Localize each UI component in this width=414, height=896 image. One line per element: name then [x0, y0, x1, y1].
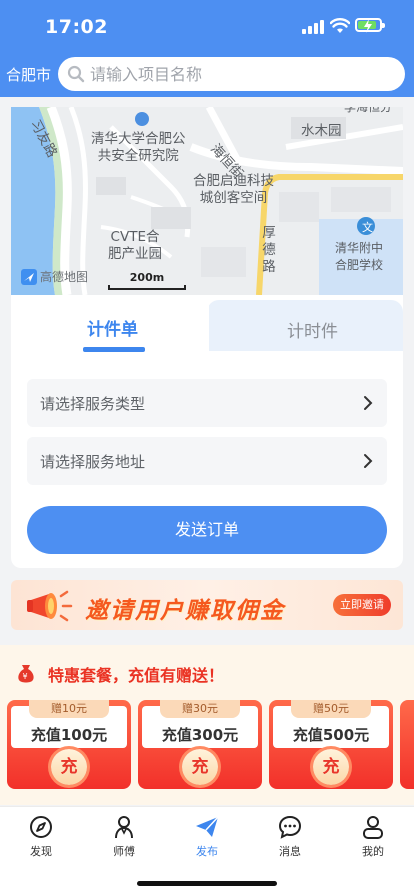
recharge-coin-icon: 充: [313, 749, 349, 785]
map-scale-label: 200m: [129, 271, 165, 284]
package-amount: 充值500元: [292, 726, 370, 744]
search-bar[interactable]: [58, 57, 405, 91]
map-label-top-right: 李海恒分: [344, 107, 393, 114]
nav-workers-label: 师傅: [113, 845, 135, 858]
nav-discover-label: 发现: [30, 845, 52, 858]
invite-banner[interactable]: 邀请用户赚取佣金 立即邀请: [11, 580, 403, 630]
nav-messages[interactable]: 消息: [260, 815, 320, 859]
nav-discover[interactable]: 发现: [11, 815, 71, 859]
nav-publish-label: 发布: [196, 845, 218, 858]
send-order-button[interactable]: 发送订单: [27, 506, 387, 554]
chevron-right-icon: [364, 454, 373, 468]
nav-mine-label: 我的: [362, 845, 384, 858]
package-card[interactable]: 赠50元 充值500元 充: [269, 700, 393, 789]
packages-title: 特惠套餐，充值有赠送！: [48, 666, 225, 685]
invite-banner-text: 邀请用户赚取佣金: [85, 598, 285, 624]
search-icon: [67, 65, 85, 83]
status-time: 17:02: [45, 16, 108, 38]
tab-piecework-label: 计件单: [87, 320, 138, 340]
map-label-qidi: 合肥启迪科技 城创客空间: [193, 173, 274, 206]
package-amount: 充值300元: [161, 726, 239, 744]
user-icon: [363, 816, 383, 839]
package-card[interactable]: 赠10元 充值100元 充: [7, 700, 131, 789]
map-label-school: 清华附中 合肥学校: [335, 241, 384, 272]
money-bag-icon: ¥: [18, 665, 34, 683]
service-address-placeholder: 请选择服务地址: [40, 453, 146, 471]
recharge-coin-icon: 充: [182, 749, 218, 785]
svg-text:¥: ¥: [23, 672, 28, 681]
chevron-right-icon: [364, 396, 373, 410]
map-label-road-houde: 厚 德 路: [262, 225, 276, 275]
compass-icon: [30, 816, 52, 838]
service-address-select[interactable]: 请选择服务地址: [27, 437, 387, 485]
status-bar: 17:02: [0, 0, 414, 56]
tab-piecework[interactable]: 计件单: [11, 295, 209, 352]
svg-text:文: 文: [362, 220, 373, 234]
worker-icon: [115, 816, 133, 839]
signal-icon: [302, 20, 324, 34]
invite-now-button[interactable]: 立即邀请: [333, 594, 391, 616]
map-view[interactable]: 文 习友路 清华大学合肥公 共安全研究院 海恒街 水木园 李海恒分 合肥启迪科技…: [11, 107, 403, 295]
map-label-shuimuyuan: 水木园: [301, 123, 342, 139]
map-provider-name: 高德地图: [40, 270, 89, 284]
map-provider-logo: 高德地图: [21, 268, 88, 285]
paper-plane-icon: [196, 816, 219, 837]
tab-hourly-label: 计时件: [287, 322, 338, 342]
nav-messages-label: 消息: [279, 845, 301, 858]
wifi-icon: [330, 18, 350, 33]
package-card-partial[interactable]: [400, 700, 414, 789]
amap-icon: [21, 268, 37, 285]
service-type-select[interactable]: 请选择服务类型: [27, 379, 387, 427]
map-scale: 200m: [108, 271, 186, 290]
nav-mine[interactable]: 我的: [343, 815, 403, 859]
nav-publish[interactable]: 发布: [177, 815, 237, 859]
package-card[interactable]: 赠30元 充值300元 充: [138, 700, 262, 789]
package-amount: 充值100元: [30, 726, 108, 744]
header: 17:02 合肥市: [0, 0, 414, 97]
megaphone-icon: [27, 590, 73, 622]
package-gift: 赠10元: [29, 700, 109, 718]
recharge-packages: ¥ 特惠套餐，充值有赠送！ 赠10元 充值100元 充 赠30元 充值300元 …: [0, 645, 414, 805]
recharge-coin-icon: 充: [51, 749, 87, 785]
battery-icon: [355, 18, 385, 33]
city-selector[interactable]: 合肥市: [6, 64, 51, 85]
service-type-placeholder: 请选择服务类型: [40, 395, 146, 413]
chat-icon: [278, 815, 302, 839]
order-card: 计时件 计件单 请选择服务类型 请选择服务地址 发送订单: [11, 295, 403, 568]
search-input[interactable]: [90, 57, 390, 91]
home-indicator: [137, 881, 277, 886]
package-gift: 赠30元: [160, 700, 240, 718]
tab-active-indicator: [83, 347, 145, 352]
tab-hourly[interactable]: 计时件: [207, 300, 403, 351]
package-gift: 赠50元: [291, 700, 371, 718]
map-label-cvte: CVTE合 肥产业园: [108, 229, 162, 262]
map-label-tsinghua-institute: 清华大学合肥公 共安全研究院: [91, 131, 186, 164]
nav-workers[interactable]: 师傅: [94, 815, 154, 859]
